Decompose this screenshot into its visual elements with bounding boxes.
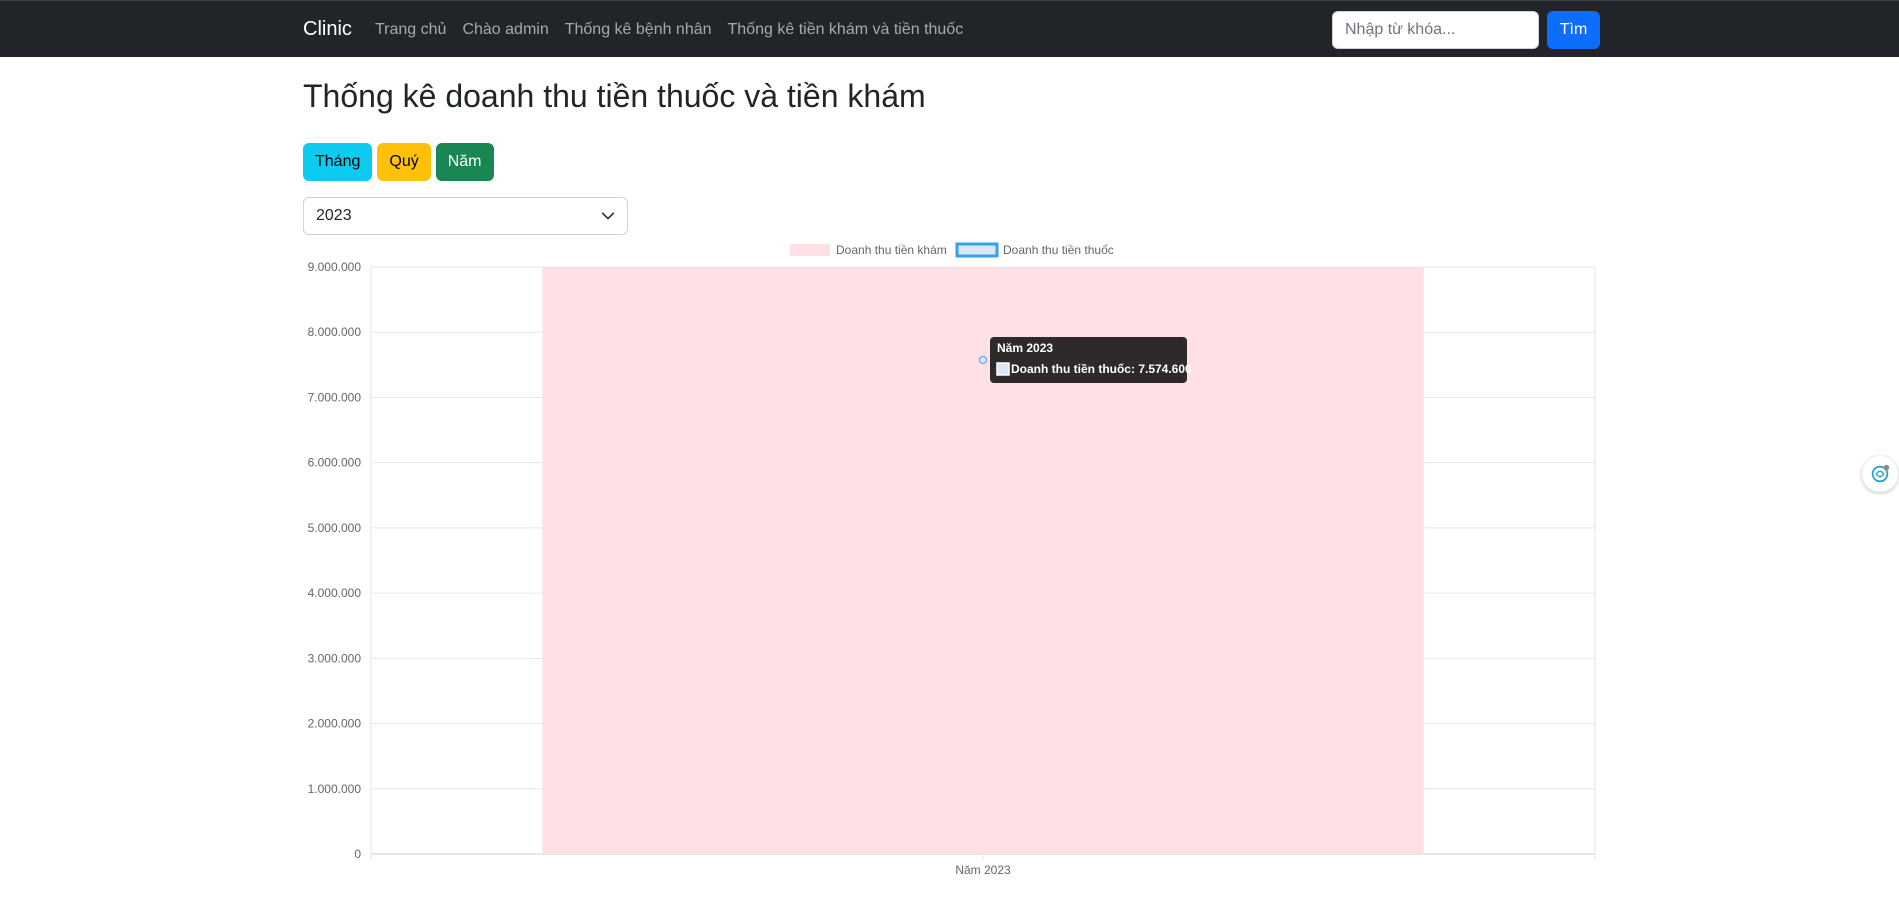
- tooltip-swatch: [996, 362, 1010, 376]
- search-input[interactable]: [1332, 11, 1539, 49]
- assistant-float-button[interactable]: [1862, 456, 1898, 492]
- bar-exam: [542, 267, 1424, 854]
- chevron-down-icon: [601, 212, 615, 220]
- x-tick-label: Năm 2023: [955, 863, 1011, 877]
- search-button[interactable]: Tìm: [1547, 11, 1600, 49]
- y-tick-label: 3.000.000: [308, 651, 362, 665]
- nav-link-home[interactable]: Trang chủ: [375, 21, 446, 39]
- x-axis-ticks: Năm 2023: [955, 854, 1011, 877]
- nav-links: Trang chủ Chào admin Thống kê bệnh nhân …: [375, 21, 963, 39]
- year-select[interactable]: 2023: [303, 197, 628, 235]
- revenue-chart: Doanh thu tiền khám Doanh thu tiền thuốc…: [308, 242, 1596, 877]
- legend-swatch-medicine: [955, 242, 999, 258]
- y-tick-label: 5.000.000: [308, 521, 362, 535]
- tooltip-title: Năm 2023: [997, 341, 1053, 355]
- y-tick-label: 7.000.000: [308, 390, 362, 404]
- tooltip-label: Doanh thu tiền thuốc: 7.574.600: [1011, 362, 1192, 376]
- nav-link-admin[interactable]: Chào admin: [462, 21, 548, 39]
- chart-bars: [542, 267, 1424, 854]
- year-button[interactable]: Năm: [435, 143, 494, 181]
- nav-link-revenue-stats[interactable]: Thống kê tiền khám và tiền thuốc: [728, 21, 964, 39]
- navbar: Clinic Trang chủ Chào admin Thống kê bện…: [0, 0, 1899, 57]
- quarter-button[interactable]: Quý: [377, 143, 431, 181]
- period-buttons: Tháng Quý Năm: [303, 143, 494, 181]
- y-tick-label: 2.000.000: [308, 717, 362, 731]
- nav-link-patient-stats[interactable]: Thống kê bệnh nhân: [565, 21, 712, 39]
- assistant-icon: [1871, 464, 1890, 483]
- y-tick-label: 8.000.000: [308, 325, 362, 339]
- y-axis-ticks: 0 1.000.000 2.000.000 3.000.000 4.000.000 5.0…: [308, 260, 362, 861]
- month-button[interactable]: Tháng: [303, 143, 373, 181]
- brand-logo[interactable]: Clinic: [303, 18, 352, 41]
- y-tick-label: 6.000.000: [308, 456, 362, 470]
- legend-item-exam[interactable]: Doanh thu tiền khám: [790, 243, 947, 257]
- chart-legend: Doanh thu tiền khám Doanh thu tiền thuốc: [790, 242, 1114, 258]
- page-title: Thống kê doanh thu tiền thuốc và tiền kh…: [303, 78, 926, 114]
- year-select-value: 2023: [316, 207, 352, 224]
- legend-label-medicine: Doanh thu tiền thuốc: [1003, 243, 1114, 257]
- legend-item-medicine[interactable]: Doanh thu tiền thuốc: [955, 242, 1114, 258]
- y-tick-label: 0: [354, 847, 361, 861]
- bar-medicine-point: [979, 355, 987, 364]
- y-tick-label: 1.000.000: [308, 782, 362, 796]
- y-tick-label: 4.000.000: [308, 586, 362, 600]
- legend-swatch-exam: [790, 244, 830, 256]
- chart-tooltip: Năm 2023 Doanh thu tiền thuốc: 7.574.600: [990, 337, 1192, 383]
- legend-label-exam: Doanh thu tiền khám: [836, 243, 947, 257]
- y-tick-label: 9.000.000: [308, 260, 362, 274]
